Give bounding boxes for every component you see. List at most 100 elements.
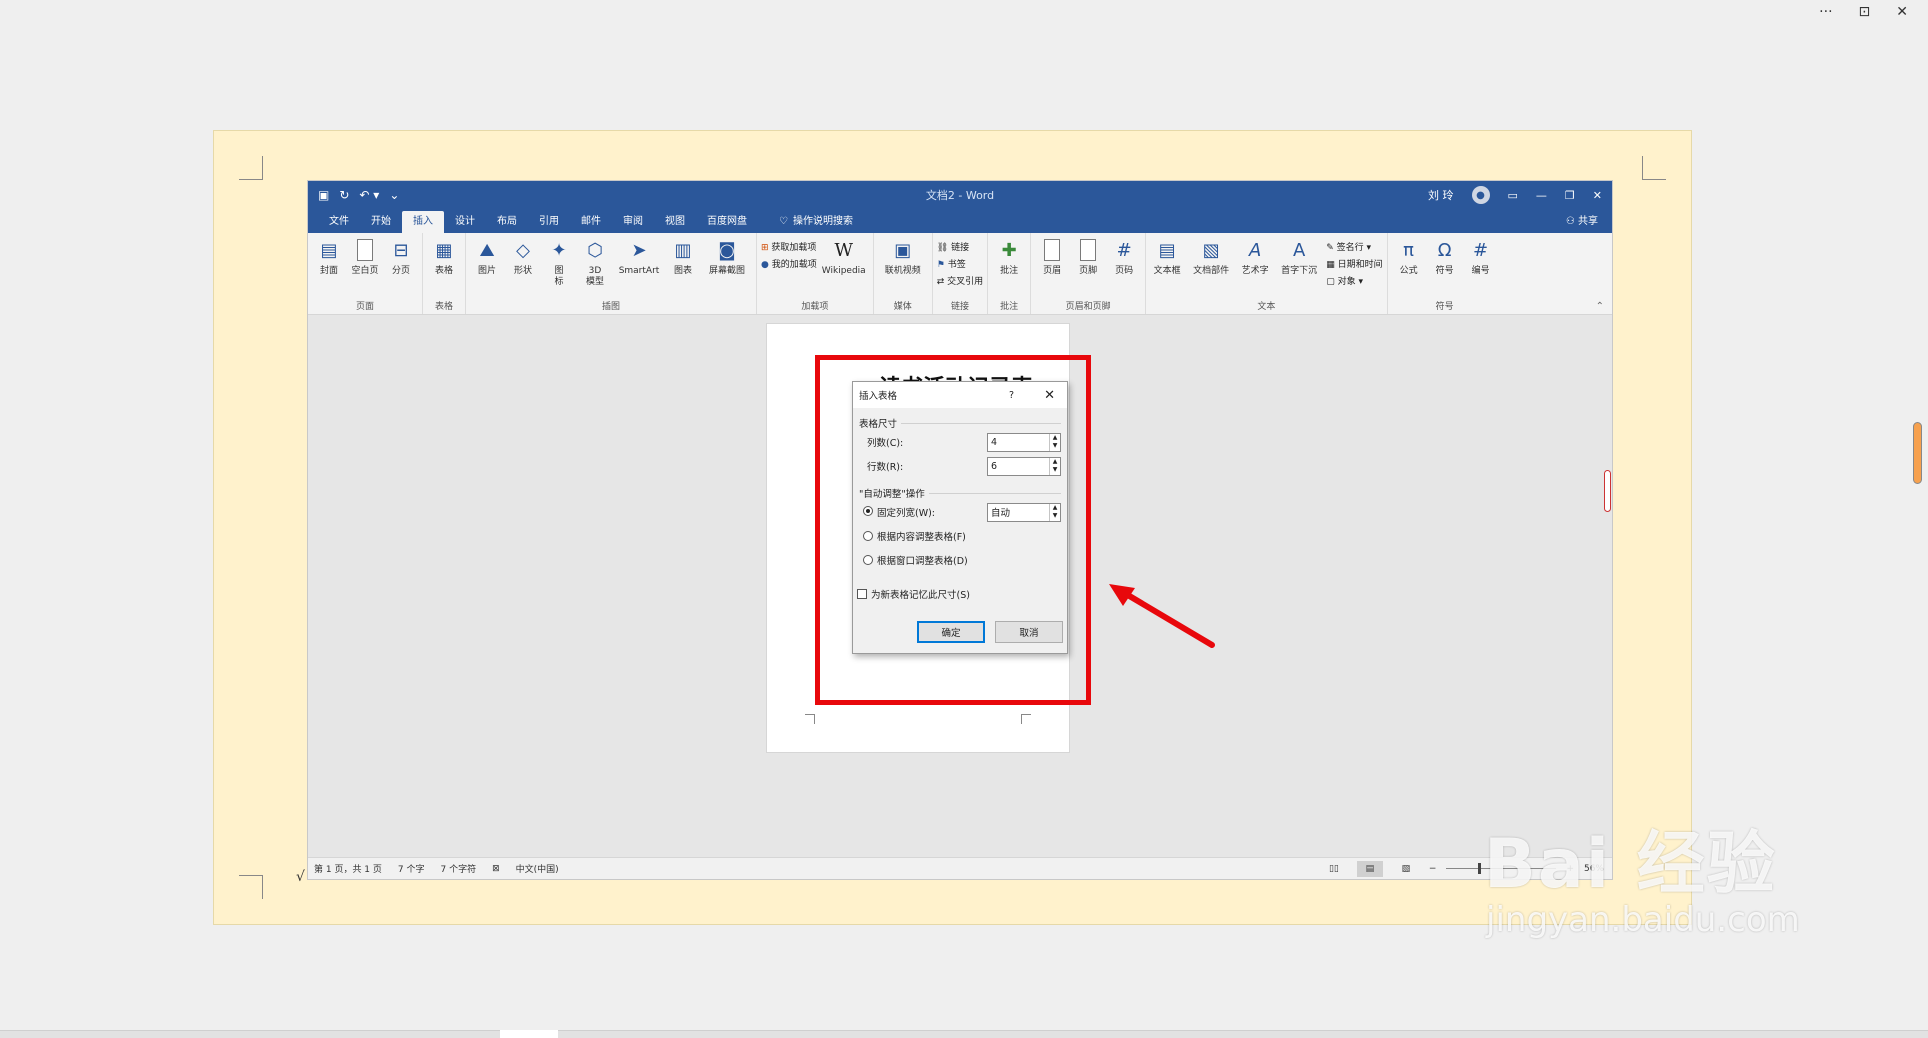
tell-me-search[interactable]: ♡ 操作说明搜索 <box>768 211 864 233</box>
smartart-button[interactable]: ➤ SmartArt <box>614 236 664 300</box>
chart-icon: ▥ <box>674 239 692 261</box>
group-symbols: π 公式 Ω 符号 # 编号 符号 <box>1388 233 1502 314</box>
page-number-button[interactable]: # 页码 <box>1107 236 1141 300</box>
minimize-icon[interactable]: — <box>1536 189 1547 202</box>
scrollbar-thumb[interactable] <box>1604 470 1611 512</box>
bookmark-label: 书签 <box>947 260 966 270</box>
tab-baidu-netdisk[interactable]: 百度网盘 <box>696 211 758 233</box>
shapes-button[interactable]: ◇ 形状 <box>506 236 540 300</box>
signature-line-button[interactable]: ✎ 签名行 ▾ <box>1326 240 1382 253</box>
customize-icon[interactable]: ⌄ <box>389 188 399 202</box>
comment-button[interactable]: ✚ 批注 <box>992 236 1026 300</box>
drop-cap-button[interactable]: A 首字下沉 <box>1274 236 1324 300</box>
omega-icon: Ω <box>1437 239 1452 261</box>
text-box-label: 文本框 <box>1153 266 1181 276</box>
tab-layout[interactable]: 布局 <box>486 211 528 233</box>
maximize-icon[interactable]: ❐ <box>1565 189 1575 202</box>
symbol-button[interactable]: Ω 符号 <box>1428 236 1462 300</box>
page-break-button[interactable]: ⊟ 分页 <box>384 236 418 300</box>
table-button[interactable]: ▦ 表格 <box>427 236 461 300</box>
page-count[interactable]: 第 1 页，共 1 页 <box>314 862 382 875</box>
tab-home[interactable]: 开始 <box>360 211 402 233</box>
read-mode-icon[interactable]: ▯▯ <box>1321 861 1347 877</box>
screenshot-button[interactable]: ◙ 屏幕截图 <box>702 236 752 300</box>
signature-icon: ✎ <box>1326 243 1334 253</box>
bird-icon: ✦ <box>551 239 567 261</box>
group-label: 符号 <box>1435 302 1454 312</box>
zoom-out-button[interactable]: − <box>1429 864 1437 874</box>
chart-button[interactable]: ▥ 图表 <box>666 236 700 300</box>
online-video-button[interactable]: ▣ 联机视频 <box>878 236 928 300</box>
user-name: 刘 玲 <box>1428 189 1454 202</box>
date-time-button[interactable]: ▦ 日期和时间 <box>1326 257 1382 270</box>
icons-button[interactable]: ✦ 图 标 <box>542 236 576 300</box>
get-addins-button[interactable]: ⊞ 获取加载项 <box>761 240 817 253</box>
numbering-button[interactable]: # 编号 <box>1464 236 1498 300</box>
status-bar: 第 1 页，共 1 页 7 个字 7 个字符 ⊠ 中文(中国) ▯▯ ▤ ▧ −… <box>308 857 1612 879</box>
date-time-label: 日期和时间 <box>1337 260 1383 270</box>
horizontal-scrollbar[interactable] <box>0 1030 1928 1038</box>
wordart-button[interactable]: A 艺术字 <box>1238 236 1272 300</box>
3d-models-button[interactable]: ⬡ 3D 模型 <box>578 236 612 300</box>
pictures-button[interactable]: ⛰ 图片 <box>470 236 504 300</box>
link-button[interactable]: ⛓ 链接 <box>937 240 983 253</box>
object-button[interactable]: ▢ 对象 ▾ <box>1326 274 1382 287</box>
table-label: 表格 <box>434 266 453 276</box>
quick-parts-button[interactable]: ▧ 文档部件 <box>1186 236 1236 300</box>
crop-mark <box>1642 156 1666 180</box>
zoom-knob[interactable] <box>1478 863 1482 874</box>
equation-button[interactable]: π 公式 <box>1392 236 1426 300</box>
tab-review[interactable]: 审阅 <box>612 211 654 233</box>
close-icon[interactable]: ✕ <box>1896 4 1908 20</box>
object-icon: ▢ <box>1326 277 1335 287</box>
signature-line-label: 签名行 <box>1336 243 1364 253</box>
tab-references[interactable]: 引用 <box>528 211 570 233</box>
scrollbar-thumb[interactable] <box>500 1030 558 1038</box>
tab-view[interactable]: 视图 <box>654 211 696 233</box>
cover-page-button[interactable]: ▤ 封面 <box>312 236 346 300</box>
web-layout-icon[interactable]: ▧ <box>1393 861 1419 877</box>
3d-models-label: 3D 模型 <box>585 266 604 287</box>
header-icon <box>1040 236 1064 264</box>
header-button[interactable]: 页眉 <box>1035 236 1069 300</box>
my-addins-button[interactable]: ● 我的加载项 <box>761 257 817 270</box>
group-label: 媒体 <box>893 302 912 312</box>
undo-icon[interactable]: ↶ ▾ <box>359 188 379 202</box>
tab-file[interactable]: 文件 <box>318 211 360 233</box>
char-count[interactable]: 7 个字符 <box>441 862 477 875</box>
page-scrollbar[interactable] <box>1913 422 1922 484</box>
tab-design[interactable]: 设计 <box>444 211 486 233</box>
share-button[interactable]: ⚇ 共享 <box>1566 211 1612 233</box>
pi-icon: π <box>1403 239 1415 261</box>
cross-reference-button[interactable]: ⇄ 交叉引用 <box>937 274 983 287</box>
restore-icon[interactable]: ⊡ <box>1859 4 1871 20</box>
print-layout-icon[interactable]: ▤ <box>1356 860 1383 877</box>
close-icon[interactable]: ✕ <box>1593 189 1602 202</box>
quick-access-toolbar: ▣ ↻ ↶ ▾ ⌄ <box>318 188 399 202</box>
bookmark-button[interactable]: ⚑ 书签 <box>937 257 983 270</box>
collapse-ribbon-icon[interactable]: ⌃ <box>1596 301 1604 312</box>
redo-icon[interactable]: ↻ <box>339 188 349 202</box>
tab-insert[interactable]: 插入 <box>402 211 444 233</box>
avatar[interactable]: ● <box>1471 186 1490 204</box>
tab-mailings[interactable]: 邮件 <box>570 211 612 233</box>
ribbon-display-icon[interactable]: ▭ <box>1508 189 1518 202</box>
text-box-button[interactable]: ▤ 文本框 <box>1150 236 1184 300</box>
text-box-icon: ▤ <box>1158 239 1176 261</box>
save-icon[interactable]: ▣ <box>318 188 329 202</box>
table-icon: ▦ <box>435 239 453 261</box>
footer-button[interactable]: 页脚 <box>1071 236 1105 300</box>
group-header-footer: 页眉 页脚 # 页码 页眉和页脚 <box>1031 233 1147 314</box>
group-addins: ⊞ 获取加载项 ● 我的加载项 W Wikipedia 加载项 <box>757 233 874 314</box>
icons-label: 图 标 <box>554 266 564 287</box>
more-icon[interactable]: ··· <box>1819 4 1832 20</box>
vertical-scrollbar[interactable] <box>1602 315 1612 857</box>
word-count[interactable]: 7 个字 <box>398 862 425 875</box>
check-mark: √ <box>296 869 305 885</box>
wikipedia-button[interactable]: W Wikipedia <box>819 236 869 300</box>
language[interactable]: 中文(中国) <box>516 862 559 875</box>
blank-page-button[interactable]: 空白页 <box>348 236 382 300</box>
cover-page-icon: ▤ <box>320 239 338 261</box>
my-addins-label: 我的加载项 <box>771 260 817 270</box>
proofing-icon[interactable]: ⊠ <box>492 864 500 874</box>
